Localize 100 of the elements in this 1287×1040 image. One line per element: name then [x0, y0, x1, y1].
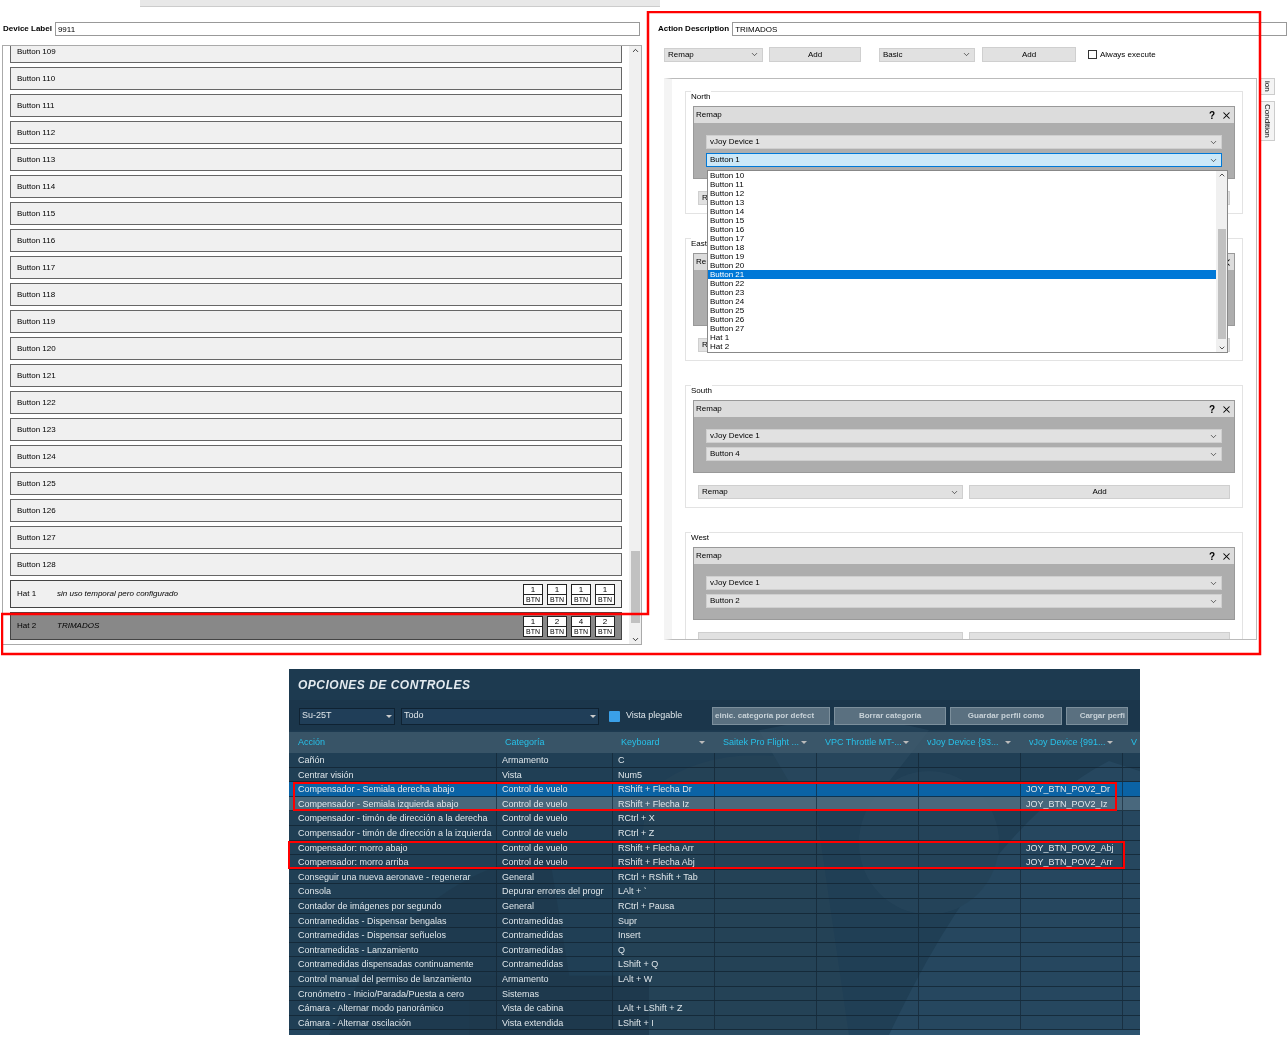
dropdown-option[interactable]: Hat 2 — [708, 342, 1216, 351]
dropdown-option[interactable]: Button 25 — [708, 306, 1216, 315]
dropdown-scrollbar[interactable] — [1216, 171, 1227, 352]
input-row[interactable]: Button 115 — [10, 202, 622, 225]
add-container-button[interactable]: Add — [982, 47, 1076, 62]
input-row[interactable]: Button 117 — [10, 256, 622, 279]
input-row[interactable]: Button 120 — [10, 337, 622, 360]
table-row[interactable]: Conseguir una nueva aeronave - regenerar General RCtrl + RShift + Tab — [289, 869, 1140, 885]
column-header[interactable]: V — [1122, 732, 1140, 753]
input-row[interactable]: Button 112 — [10, 121, 622, 144]
target-select[interactable]: Button 1 — [706, 153, 1222, 167]
table-row[interactable]: Control manual del permiso de lanzamiento Armamento LAlt + W — [289, 971, 1140, 987]
close-icon[interactable] — [1221, 550, 1232, 562]
input-row[interactable]: Button 121 — [10, 364, 622, 387]
close-icon[interactable] — [1221, 403, 1232, 415]
table-row[interactable]: Cámara - Alternar oscilación Vista extendida LShift + I — [289, 1015, 1140, 1031]
input-row[interactable]: Button 118 — [10, 283, 622, 306]
input-row[interactable]: Button 113 — [10, 148, 622, 171]
add-action-button[interactable]: Add — [769, 47, 861, 62]
table-row[interactable]: Consola Depurar errores del progr LAlt + ` — [289, 884, 1140, 899]
table-row[interactable]: Compensador - timón de dirección a la derecha Control de vuelo RCtrl + X — [289, 811, 1140, 826]
close-icon[interactable] — [1221, 109, 1232, 121]
column-header[interactable]: VPC Throttle MT-... — [816, 732, 918, 753]
column-header[interactable]: vJoy Device {93... — [918, 732, 1020, 753]
dropdown-option[interactable]: Button 16 — [708, 225, 1216, 234]
action-select[interactable]: Remap — [698, 485, 963, 499]
dropdown-option[interactable]: Hat 1 — [708, 333, 1216, 342]
dropdown-option[interactable]: Button 18 — [708, 243, 1216, 252]
dropdown-option[interactable]: Button 23 — [708, 288, 1216, 297]
scroll-up-icon[interactable] — [1217, 171, 1226, 179]
always-execute-checkbox[interactable] — [1088, 50, 1097, 59]
dropdown-option[interactable]: Button 26 — [708, 315, 1216, 324]
scroll-down-icon[interactable] — [1217, 344, 1226, 352]
dropdown-option[interactable]: Button 17 — [708, 234, 1216, 243]
table-row[interactable]: Centrar visión Vista Num5 — [289, 767, 1140, 783]
scrollbar-thumb[interactable] — [630, 551, 640, 623]
scroll-up-icon[interactable] — [630, 46, 640, 55]
device-label-field[interactable]: 9911 — [54, 22, 640, 36]
input-row[interactable]: Button 125 — [10, 472, 622, 495]
dropdown-option[interactable]: Button 24 — [708, 297, 1216, 306]
table-row[interactable]: Contramedidas - Dispensar bengalas Contramedidas Supr — [289, 913, 1140, 929]
table-row[interactable]: Cañón Armamento C — [289, 753, 1140, 768]
help-button[interactable]: ? — [1208, 548, 1215, 564]
table-row[interactable]: Contramedidas - Dispensar señuelos Contramedidas Insert — [289, 928, 1140, 943]
table-row[interactable]: Compensador - timón de dirección a la izquierda Control de vuelo RCtrl + Z — [289, 825, 1140, 841]
scrollbar-thumb[interactable] — [1217, 229, 1226, 339]
input-row[interactable]: Button 124 — [10, 445, 622, 468]
scroll-down-icon[interactable] — [630, 635, 640, 644]
input-row[interactable]: Button 128 — [10, 553, 622, 576]
dropdown-option[interactable]: Button 13 — [708, 198, 1216, 207]
target-select[interactable]: Button 4 — [706, 447, 1222, 461]
input-row[interactable]: Button 116 — [10, 229, 622, 252]
table-row[interactable]: Contador de imágenes por segundo General RCtrl + Pausa — [289, 898, 1140, 914]
input-row[interactable]: Button 111 — [10, 94, 622, 117]
dropdown-option[interactable]: Button 10 — [708, 171, 1216, 180]
table-cell: Supr — [618, 915, 637, 926]
column-header[interactable]: vJoy Device {991... — [1020, 732, 1122, 753]
help-button[interactable]: ? — [1208, 401, 1215, 417]
dropdown-option[interactable]: Button 12 — [708, 189, 1216, 198]
input-row[interactable]: Button 110 — [10, 67, 622, 90]
dropdown-option[interactable]: Button 22 — [708, 279, 1216, 288]
dropdown-option[interactable]: Button 19 — [708, 252, 1216, 261]
device-select[interactable]: vJoy Device 1 — [706, 576, 1222, 590]
help-button[interactable]: ? — [1208, 107, 1215, 123]
table-cell: Contramedidas — [496, 942, 612, 957]
dropdown-option[interactable]: Button 15 — [708, 216, 1216, 225]
dropdown-option[interactable]: Button 27 — [708, 324, 1216, 333]
add-button[interactable]: Add — [969, 485, 1230, 499]
table-row[interactable]: Compensador: morro arriba Control de vuelo RShift + Flecha Abj JOY_BTN_POV2_Arr — [289, 855, 1140, 870]
column-header[interactable]: Keyboard — [612, 732, 714, 753]
dropdown-option[interactable]: Button 14 — [708, 207, 1216, 216]
input-row[interactable]: Button 114 — [10, 175, 622, 198]
collapsible-view-checkbox[interactable] — [609, 710, 620, 722]
table-row[interactable]: Contramedidas dispensadas continuamente Contramedidas LShift + Q — [289, 957, 1140, 972]
input-row[interactable]: Button 122 — [10, 391, 622, 414]
dropdown-option[interactable]: Button 20 — [708, 261, 1216, 270]
table-cell: Contramedidas — [496, 913, 612, 928]
input-row[interactable]: Button 109 — [10, 46, 622, 63]
input-row[interactable]: Button 119 — [10, 310, 622, 333]
input-row[interactable]: Button 123 — [10, 418, 622, 441]
column-header[interactable]: Categoría — [496, 732, 612, 753]
device-select[interactable]: vJoy Device 1 — [706, 135, 1222, 149]
device-select[interactable]: vJoy Device 1 — [706, 429, 1222, 443]
container-select[interactable]: Basic — [879, 47, 975, 62]
table-row[interactable]: Cronómetro - Inicio/Parada/Puesta a cero Sistemas — [289, 986, 1140, 1002]
dropdown-option[interactable]: Button 11 — [708, 180, 1216, 189]
input-name: Button 125 — [17, 477, 56, 490]
action-type-select[interactable]: Remap — [664, 47, 763, 62]
table-row[interactable]: Cámara - Alternar modo panorámico Vista de cabina LAlt + LShift + Z — [289, 1001, 1140, 1016]
input-row[interactable]: Button 127 — [10, 526, 622, 549]
scrollbar[interactable] — [629, 46, 641, 644]
input-row[interactable]: Button 126 — [10, 499, 622, 522]
table-row[interactable]: Contramedidas - Lanzamiento Contramedidas Q — [289, 942, 1140, 958]
target-select[interactable]: Button 2 — [706, 594, 1222, 608]
column-header[interactable]: Acción — [289, 732, 496, 753]
column-header[interactable]: Saitek Pro Flight ... — [714, 732, 816, 753]
panel-button[interactable]: Cargar perfi — [1066, 707, 1128, 725]
dropdown-option[interactable]: Button 21 — [708, 270, 1216, 279]
action-description-field[interactable]: TRIMADOS — [732, 22, 1287, 36]
table-row[interactable]: Compensador: morro abajo Control de vuelo RShift + Flecha Arr JOY_BTN_POV2_Abj — [289, 840, 1140, 856]
